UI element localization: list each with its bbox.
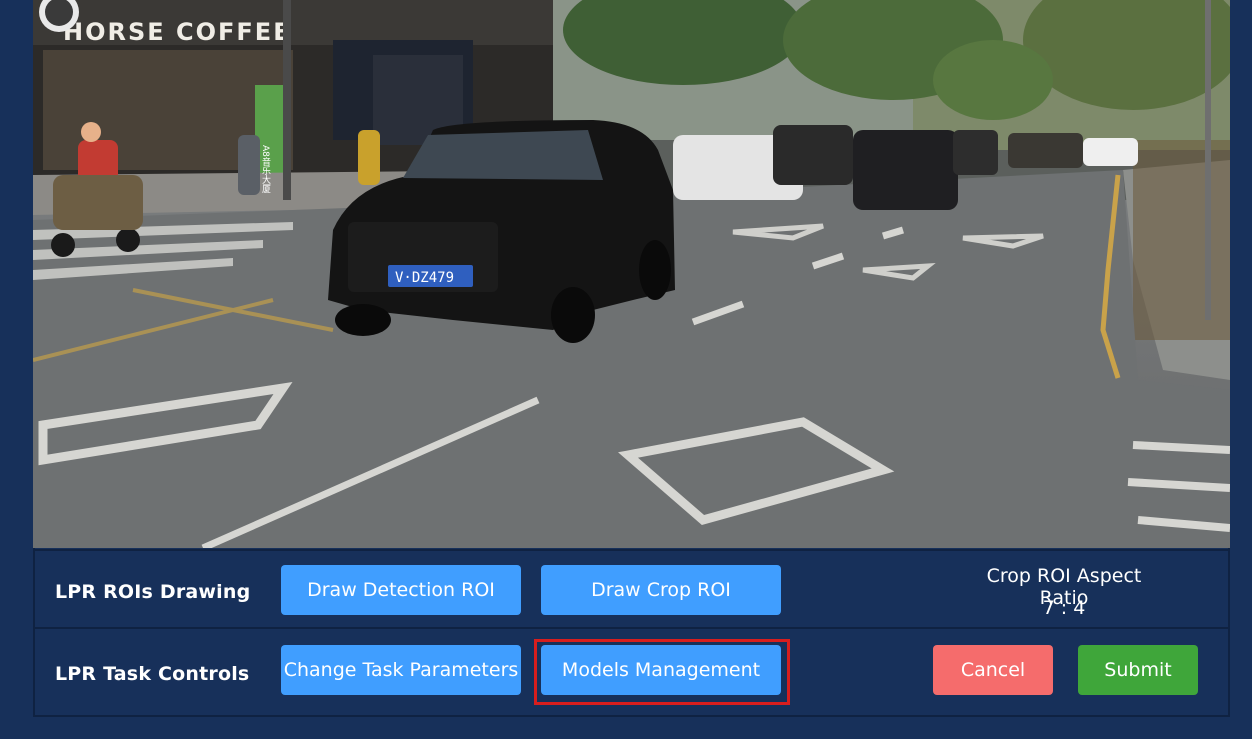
task-controls-row: LPR Task Controls Change Task Parameters… [33,629,1230,717]
roi-drawing-title: LPR ROIs Drawing [55,581,251,603]
draw-crop-roi-button[interactable]: Draw Crop ROI [541,565,781,615]
submit-button[interactable]: Submit [1078,645,1198,695]
models-management-button[interactable]: Models Management [541,645,781,695]
street-scene: V·DZ479 HORSE COFFEE A8音乐大厦 [33,0,1230,548]
storefront-sign-text: HORSE COFFEE [63,18,292,46]
crop-roi-aspect-ratio-value: 7 : 4 [1042,597,1086,619]
roi-drawing-row: LPR ROIs Drawing Draw Detection ROI Draw… [33,549,1230,629]
draw-detection-roi-button[interactable]: Draw Detection ROI [281,565,521,615]
task-controls-title: LPR Task Controls [55,663,250,685]
change-task-parameters-button[interactable]: Change Task Parameters [281,645,521,695]
camera-preview[interactable]: V·DZ479 HORSE COFFEE A8音乐大厦 [33,0,1230,548]
cancel-button[interactable]: Cancel [933,645,1053,695]
license-plate-text: V·DZ479 [395,270,454,286]
lane-sign-text: A8音乐大厦 [260,145,271,193]
